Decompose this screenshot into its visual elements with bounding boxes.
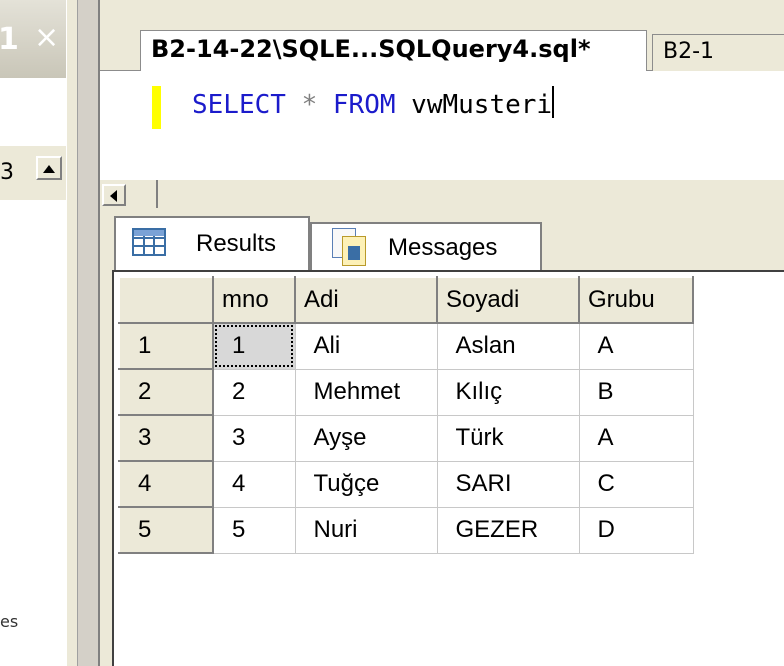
results-pane: Results Messages mno Adi Soyadi Grubu 1 … — [100, 208, 784, 666]
object-tree[interactable] — [0, 200, 66, 666]
cell-adi[interactable]: Nuri — [294, 506, 438, 554]
row-header[interactable]: 3 — [118, 414, 214, 462]
cell-soyadi[interactable]: GEZER — [436, 506, 580, 554]
row-header[interactable]: 4 — [118, 460, 214, 508]
table-row[interactable]: 5 5 Nuri GEZER D — [118, 506, 694, 554]
tab-messages-label: Messages — [388, 234, 498, 261]
change-marker — [152, 86, 161, 129]
results-table: mno Adi Soyadi Grubu 1 1 Ali Aslan A 2 2… — [118, 276, 694, 554]
cell-soyadi[interactable]: SARI — [436, 460, 580, 508]
results-grid[interactable]: mno Adi Soyadi Grubu 1 1 Ali Aslan A 2 2… — [112, 270, 784, 666]
cell-adi[interactable]: Ayşe — [294, 414, 438, 462]
cell-mno[interactable]: 4 — [212, 460, 296, 508]
panel-toolbar-number: 3 — [0, 160, 14, 185]
table-row[interactable]: 4 4 Tuğçe SARI C — [118, 460, 694, 508]
toolbar-strip — [100, 0, 784, 10]
window-divider[interactable] — [78, 0, 100, 666]
table-row[interactable]: 2 2 Mehmet Kılıç B — [118, 368, 694, 416]
row-header[interactable]: 1 — [118, 322, 214, 370]
column-header-grubu[interactable]: Grubu — [578, 276, 694, 324]
tab-results[interactable]: Results — [114, 216, 310, 270]
close-icon[interactable]: × — [34, 20, 59, 55]
scroll-left-icon[interactable] — [102, 184, 126, 206]
cell-mno[interactable]: 5 — [212, 506, 296, 554]
sql-keyword-select: SELECT — [192, 90, 286, 120]
grid-corner[interactable] — [118, 276, 214, 324]
text-caret — [552, 86, 555, 118]
sql-keyword-from: FROM — [332, 90, 396, 120]
row-header[interactable]: 2 — [118, 368, 214, 416]
cell-mno[interactable]: 2 — [212, 368, 296, 416]
panel-truncated-text: es — [0, 612, 19, 631]
tab-label: B2-14-22\SQLE...SQLQuery4.sql* — [151, 35, 591, 63]
editor-horizontal-scrollbar[interactable] — [100, 180, 784, 209]
header-row: mno Adi Soyadi Grubu — [118, 276, 694, 324]
cell-grubu[interactable]: A — [578, 322, 694, 370]
document-tabs: B2-14-22\SQLE...SQLQuery4.sql* B2-1 — [100, 10, 784, 71]
sql-star: * — [301, 90, 318, 120]
cell-mno[interactable]: 3 — [212, 414, 296, 462]
code-area[interactable]: SELECT * FROM vwMusteri — [100, 71, 784, 180]
cell-grubu[interactable]: D — [578, 506, 694, 554]
column-header-soyadi[interactable]: Soyadi — [436, 276, 580, 324]
panel-splitter[interactable] — [66, 0, 78, 666]
sql-statement[interactable]: SELECT * FROM vwMusteri — [192, 86, 555, 120]
tab-messages[interactable]: Messages — [310, 222, 542, 270]
query-editor[interactable]: B2-14-22\SQLE...SQLQuery4.sql* B2-1 SELE… — [100, 10, 784, 180]
sql-object-name: vwMusteri — [411, 90, 553, 120]
tab-sqlquery4[interactable]: B2-14-22\SQLE...SQLQuery4.sql* — [140, 30, 647, 71]
cell-adi[interactable]: Mehmet — [294, 368, 438, 416]
table-row[interactable]: 3 3 Ayşe Türk A — [118, 414, 694, 462]
tab-results-label: Results — [196, 230, 277, 257]
tab-other-query[interactable]: B2-1 — [652, 34, 784, 71]
panel-title-number: 1 — [0, 22, 19, 57]
cell-adi[interactable]: Ali — [294, 322, 438, 370]
cell-soyadi[interactable]: Türk — [436, 414, 580, 462]
cell-grubu[interactable]: B — [578, 368, 694, 416]
column-header-mno[interactable]: mno — [212, 276, 296, 324]
grid-icon — [132, 228, 166, 256]
cell-adi[interactable]: Tuğçe — [294, 460, 438, 508]
cell-mno[interactable]: 1 — [212, 322, 296, 370]
tab-label: B2-1 — [663, 39, 715, 64]
results-tabs: Results Messages — [100, 208, 784, 270]
cell-grubu[interactable]: A — [578, 414, 694, 462]
table-row[interactable]: 1 1 Ali Aslan A — [118, 322, 694, 370]
row-header[interactable]: 5 — [118, 506, 214, 554]
scroll-up-icon[interactable] — [36, 156, 62, 180]
column-header-adi[interactable]: Adi — [294, 276, 438, 324]
cell-soyadi[interactable]: Aslan — [436, 322, 580, 370]
scroll-thumb-edge — [156, 180, 158, 208]
messages-icon — [332, 228, 366, 266]
cell-grubu[interactable]: C — [578, 460, 694, 508]
cell-soyadi[interactable]: Kılıç — [436, 368, 580, 416]
